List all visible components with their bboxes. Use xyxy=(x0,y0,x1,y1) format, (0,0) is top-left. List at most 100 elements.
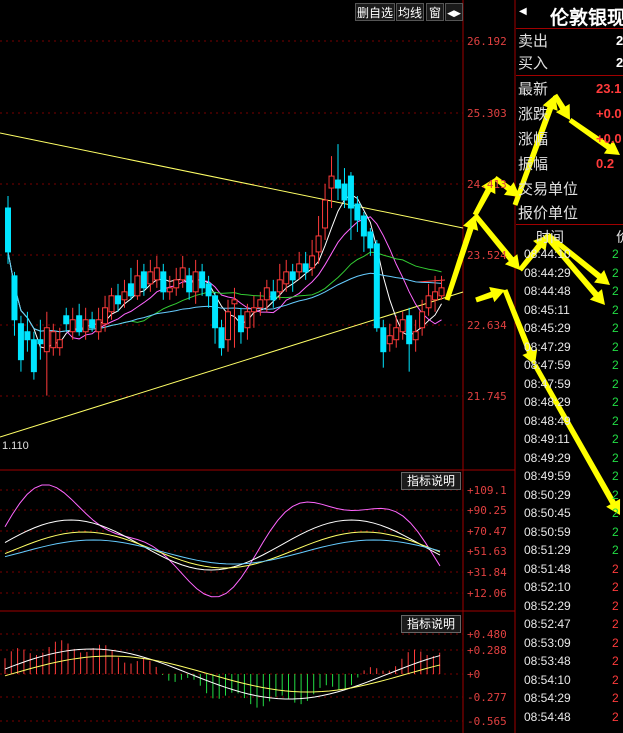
candle-body xyxy=(354,203,361,221)
trades-price-header: 价 xyxy=(616,227,623,247)
kdj-d-line xyxy=(4,531,441,569)
trade-row: 08:53:09 2 xyxy=(516,636,621,655)
trade-time: 08:47:59 xyxy=(524,376,571,391)
trade-price: 2 xyxy=(612,413,619,428)
trade-row: 08:49:11 2 xyxy=(516,432,621,451)
panel-toggle-button[interactable]: ◀▶ xyxy=(445,3,463,21)
trade-row: 08:54:48 2 xyxy=(516,710,621,729)
trade-time: 08:49:11 xyxy=(524,432,570,446)
trade-price: 2 xyxy=(612,506,619,520)
change-label: 涨跌 xyxy=(518,106,549,123)
trade-row: 08:49:59 2 xyxy=(516,469,621,488)
price-unit-label: 报价单位 xyxy=(518,205,579,222)
trade-row: 08:45:29 2 xyxy=(516,321,621,340)
trade-time: 08:48:29 xyxy=(524,395,571,409)
trade-row: 08:44:48 2 xyxy=(516,284,621,303)
trade-row: 08:51:48 2 xyxy=(516,562,621,581)
candle-body xyxy=(50,331,57,349)
buy-value: 2 xyxy=(616,55,623,70)
indicator-help-button[interactable]: 指标说明 xyxy=(401,472,461,490)
trade-time: 08:54:29 xyxy=(524,691,571,705)
trade-row: 08:52:47 2 xyxy=(516,617,621,636)
candle-body xyxy=(179,267,186,281)
candle-body xyxy=(393,327,400,341)
change-pct-label: 涨幅 xyxy=(518,131,549,148)
trade-time: 08:54:48 xyxy=(524,709,571,724)
ma-lines-button[interactable]: 均线 xyxy=(396,3,424,21)
trade-price: 2 xyxy=(612,358,619,372)
candle-body xyxy=(328,175,335,189)
trade-price: 2 xyxy=(612,265,619,280)
trade-time: 08:51:48 xyxy=(524,561,571,576)
trade-price: 2 xyxy=(612,302,619,317)
candle-body xyxy=(367,231,374,249)
candle-body xyxy=(127,283,134,297)
trade-time: 08:45:11 xyxy=(524,302,570,317)
trade-time: 08:52:29 xyxy=(524,598,571,613)
candle-body xyxy=(373,243,380,329)
trade-price: 2 xyxy=(612,487,619,502)
candle-body xyxy=(322,199,329,229)
candle-body xyxy=(43,327,50,353)
candle-body xyxy=(205,283,212,297)
candle-body xyxy=(341,183,348,201)
candle-body xyxy=(218,327,225,349)
candle-body xyxy=(237,315,244,333)
trade-time: 08:53:48 xyxy=(524,654,571,668)
candle-body xyxy=(412,331,419,341)
trade-row: 08:45:11 2 xyxy=(516,303,621,322)
trade-time: 08:51:29 xyxy=(524,543,571,557)
trade-unit-label: 交易单位 xyxy=(518,181,579,198)
candle-body xyxy=(56,339,63,349)
trade-row: 08:54:10 2 xyxy=(516,673,621,692)
trade-price: 2 xyxy=(612,395,619,409)
candle-body xyxy=(276,279,283,293)
candle-body xyxy=(419,311,426,329)
candle-body xyxy=(257,299,264,309)
candle-body xyxy=(147,271,154,285)
trade-price: 2 xyxy=(612,561,619,576)
candle-body xyxy=(438,287,445,297)
trade-price: 2 xyxy=(612,321,619,335)
annotation-arrow xyxy=(475,287,506,303)
change-value: +0.0 xyxy=(596,106,622,121)
trade-row: 08:52:29 2 xyxy=(516,599,621,618)
candle-body xyxy=(380,327,387,353)
change-pct-value: +0.0 xyxy=(596,131,622,146)
trade-price: 2 xyxy=(612,691,619,705)
trade-row: 08:52:10 2 xyxy=(516,580,621,599)
trade-row: 08:50:29 2 xyxy=(516,488,621,507)
candle-body xyxy=(30,339,37,373)
amplitude-label: 振幅 xyxy=(518,156,549,173)
trade-price: 2 xyxy=(612,672,619,687)
candle-body xyxy=(37,339,44,345)
candle-body xyxy=(140,271,147,289)
trade-row: 08:47:59 2 xyxy=(516,377,621,396)
window-button[interactable]: 窗 xyxy=(426,3,444,21)
candle-body xyxy=(95,319,102,333)
quote-panel: ◀ 伦敦银现 卖出 2 买入 2 最新 23.1 涨跌 +0.0 涨幅 +0.0… xyxy=(516,0,623,733)
candle-body xyxy=(309,255,316,269)
candle-body xyxy=(283,271,290,285)
candle-body xyxy=(360,215,367,237)
trade-price: 2 xyxy=(612,247,619,261)
trade-row: 08:47:59 2 xyxy=(516,358,621,377)
trade-price: 2 xyxy=(612,635,619,650)
candle-body xyxy=(347,175,354,209)
candle-body xyxy=(5,207,11,253)
scroll-left-icon[interactable]: ◀ xyxy=(519,6,527,17)
resistance-trendline xyxy=(0,132,464,229)
delete-watchlist-button[interactable]: 删自选 xyxy=(355,3,395,21)
latest-label: 最新 xyxy=(518,81,549,98)
trade-time: 08:52:47 xyxy=(524,617,571,631)
trade-price: 2 xyxy=(612,543,619,557)
trade-time: 08:53:09 xyxy=(524,635,571,650)
indicator-help-button[interactable]: 指标说明 xyxy=(401,615,461,633)
candle-body xyxy=(386,335,393,345)
kdj-j-line xyxy=(4,484,441,598)
candle-body xyxy=(11,275,18,321)
candle-body xyxy=(250,307,257,313)
latest-value: 23.1 xyxy=(596,81,622,96)
trade-time: 08:54:10 xyxy=(524,672,571,687)
trade-time: 08:47:29 xyxy=(524,339,571,354)
